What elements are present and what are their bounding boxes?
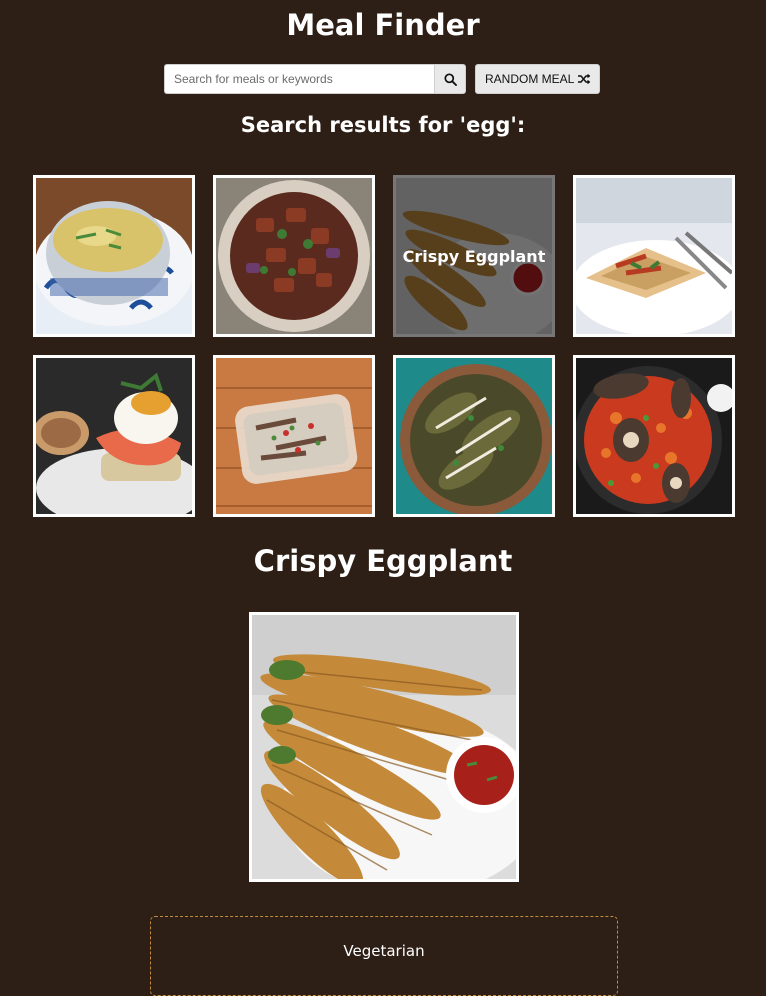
meal-image-wrap-plate	[576, 178, 732, 334]
meal-image-dip-dish	[216, 358, 372, 514]
meal-hover-overlay: Crispy Eggplant	[396, 178, 552, 334]
meal-card[interactable]	[573, 355, 735, 517]
meal-name: Crispy Eggplant	[402, 246, 546, 266]
search-button[interactable]	[434, 64, 466, 94]
random-meal-label: RANDOM MEAL	[485, 72, 575, 86]
meal-card[interactable]	[393, 355, 555, 517]
app-title: Meal Finder	[286, 8, 480, 42]
meal-image-benedict	[36, 358, 192, 514]
meal-image-eggplant-bowl	[216, 178, 372, 334]
meal-card[interactable]	[213, 355, 375, 517]
shuffle-icon	[578, 74, 591, 84]
meal-card[interactable]	[33, 355, 195, 517]
meal-image-roasted-eggplant	[396, 358, 552, 514]
meal-card[interactable]	[573, 175, 735, 337]
meal-image-fried-eggplant	[252, 615, 516, 879]
meal-card[interactable]	[33, 175, 195, 337]
meals-grid: Crispy Eggplant	[33, 175, 735, 517]
search-icon	[443, 72, 457, 86]
meal-info-box: Vegetarian	[150, 916, 618, 996]
meal-category: Vegetarian	[343, 942, 425, 960]
meal-detail-title: Crispy Eggplant	[253, 544, 513, 578]
results-heading: Search results for 'egg':	[240, 113, 526, 137]
meal-detail-image	[249, 612, 519, 882]
meal-image-skillet	[576, 358, 732, 514]
search-input[interactable]	[164, 64, 434, 94]
meal-card[interactable]: Crispy Eggplant	[393, 175, 555, 337]
search-form: RANDOM MEAL	[164, 64, 601, 94]
meal-image-soup-bowl	[36, 178, 192, 334]
meal-card[interactable]	[213, 175, 375, 337]
random-meal-button[interactable]: RANDOM MEAL	[475, 64, 601, 94]
